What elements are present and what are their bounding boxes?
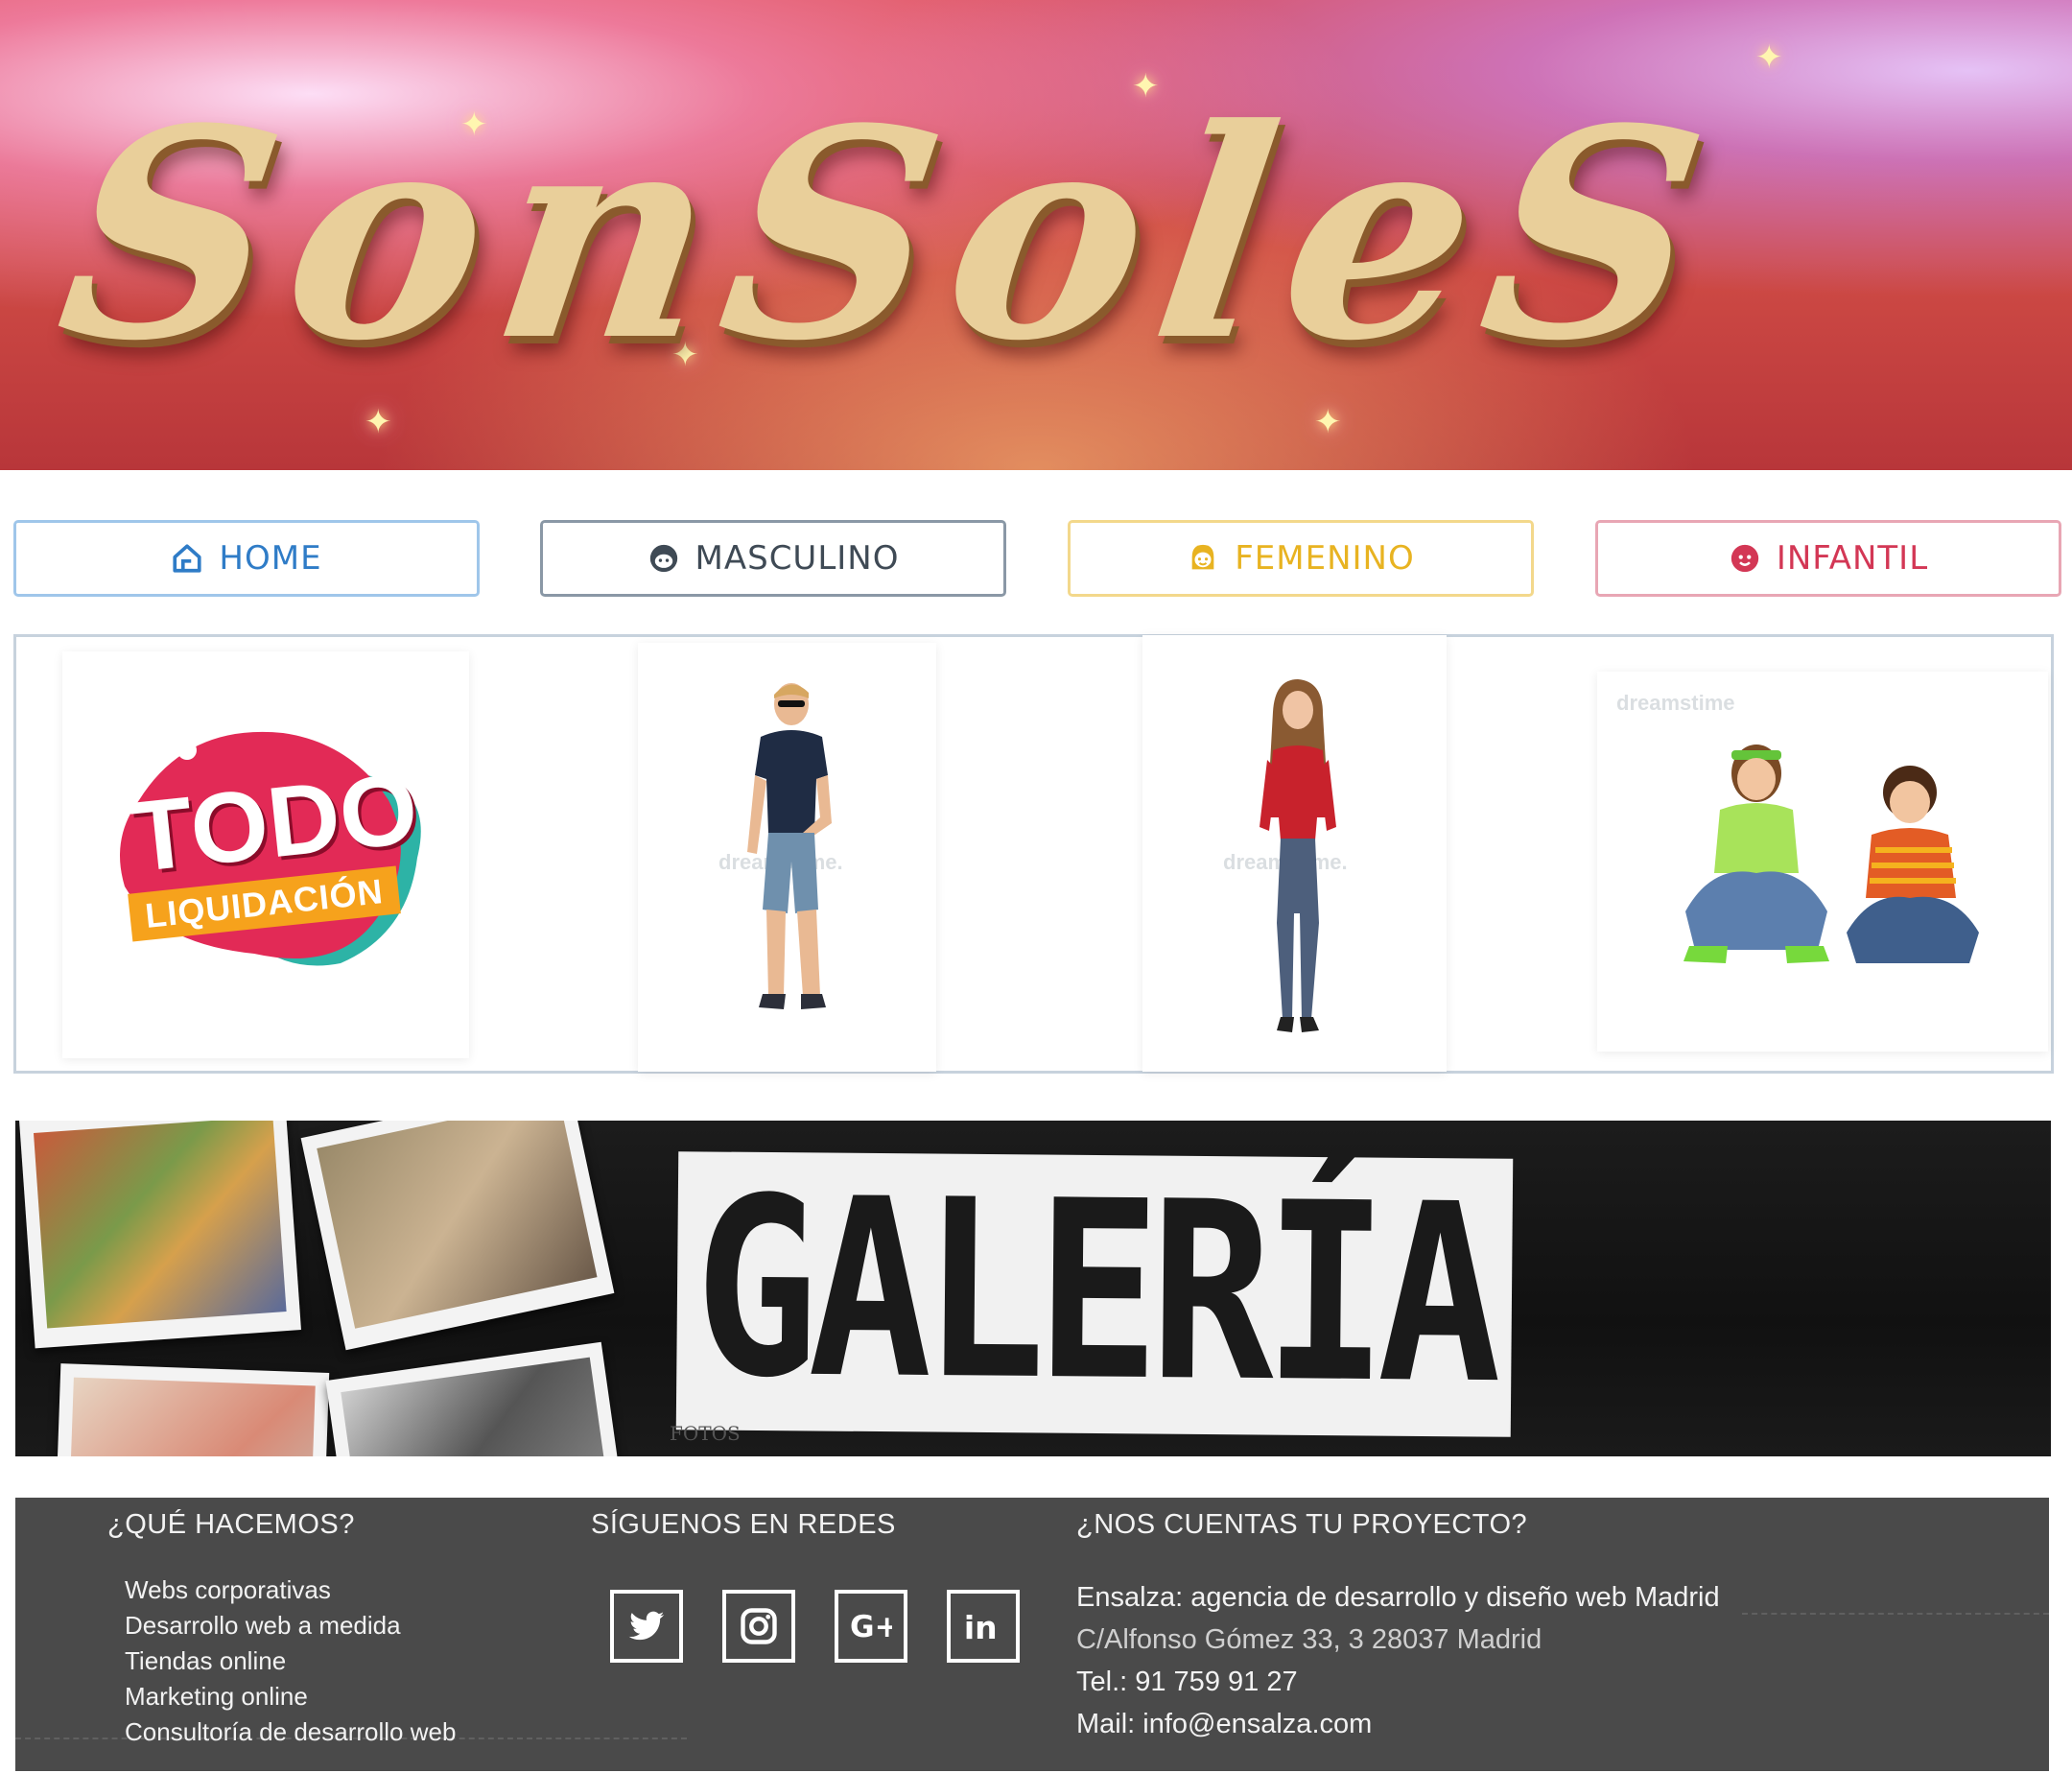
gallery-title: GALERÍA bbox=[693, 1145, 1494, 1438]
footer-link[interactable]: Desarrollo web a medida bbox=[125, 1608, 456, 1643]
nav-infantil-button[interactable]: INFANTIL bbox=[1595, 520, 2061, 597]
footer-link[interactable]: Webs corporativas bbox=[125, 1572, 456, 1608]
product-card-infantil[interactable]: dreamstime bbox=[1597, 672, 2048, 1052]
contact-mail[interactable]: Mail: info@ensalza.com bbox=[1076, 1703, 1720, 1745]
nav-home-label: HOME bbox=[219, 539, 322, 578]
header-banner: ✦ ✦ ✦ ✦ ✦ ✦ ✦ ✦ SonSoleS bbox=[0, 0, 2072, 470]
gallery-title-card: GALERÍA bbox=[675, 1146, 1514, 1438]
nav-home-button[interactable]: HOME bbox=[13, 520, 480, 597]
contact-address: C/Alfonso Gómez 33, 3 28037 Madrid bbox=[1076, 1624, 1542, 1655]
gallery-photo bbox=[54, 1363, 330, 1456]
nav-masculino-button[interactable]: MASCULINO bbox=[540, 520, 1006, 597]
boy-face-icon bbox=[649, 544, 677, 573]
girl-face-icon bbox=[1191, 544, 1214, 570]
product-card-masculino[interactable]: dreamstime. bbox=[638, 643, 936, 1072]
services-list: Webs corporativas Desarrollo web a medid… bbox=[125, 1572, 456, 1750]
gallery-photo bbox=[300, 1121, 615, 1351]
footer-heading-contact: ¿NOS CUENTAS TU PROYECTO? bbox=[1076, 1509, 1528, 1540]
svg-text:in: in bbox=[964, 1609, 998, 1646]
category-strip: TODO LIQUIDACIÓN dreamstime. dreamstime. bbox=[13, 634, 2054, 1074]
linkedin-icon: in bbox=[964, 1609, 998, 1646]
footer-heading-social: SÍGUENOS EN REDES bbox=[591, 1509, 896, 1540]
site-logo-text[interactable]: SonSoleS bbox=[38, 29, 2072, 441]
woman-model-image bbox=[1260, 679, 1336, 1032]
baby-face-icon bbox=[1731, 544, 1758, 573]
nav-infantil-label: INFANTIL bbox=[1776, 539, 1929, 578]
twitter-link[interactable] bbox=[610, 1590, 683, 1663]
home-icon bbox=[173, 544, 202, 573]
contact-company: Ensalza: agencia de desarrollo y diseño … bbox=[1076, 1582, 1720, 1613]
google-plus-link[interactable]: G+ bbox=[835, 1590, 907, 1663]
site-footer: ¿QUÉ HACEMOS? Webs corporativas Desarrol… bbox=[15, 1498, 2049, 1771]
google-plus-icon: G+ bbox=[850, 1610, 892, 1644]
contact-info: Ensalza: agencia de desarrollo y diseño … bbox=[1076, 1576, 1720, 1745]
product-card-femenino[interactable]: dreamstime. bbox=[1142, 635, 1447, 1072]
svg-text:G+: G+ bbox=[850, 1610, 892, 1644]
footer-link[interactable]: Consultoría de desarrollo web bbox=[125, 1714, 456, 1750]
image-watermark: dreamstime bbox=[1616, 691, 1735, 715]
nav-femenino-button[interactable]: FEMENINO bbox=[1068, 520, 1534, 597]
contact-phone[interactable]: Tel.: 91 759 91 27 bbox=[1076, 1661, 1720, 1703]
instagram-link[interactable] bbox=[722, 1590, 795, 1663]
linkedin-link[interactable]: in bbox=[947, 1590, 1020, 1663]
nav-femenino-label: FEMENINO bbox=[1235, 539, 1415, 578]
twitter-icon bbox=[628, 1611, 665, 1641]
footer-link[interactable]: Tiendas online bbox=[125, 1643, 456, 1679]
footer-link[interactable]: Marketing online bbox=[125, 1679, 456, 1714]
gallery-photo bbox=[19, 1121, 301, 1349]
kids-model-image bbox=[1684, 745, 1979, 963]
instagram-icon bbox=[741, 1608, 777, 1644]
promo-card[interactable]: TODO LIQUIDACIÓN bbox=[62, 651, 469, 1058]
gallery-photo bbox=[325, 1341, 628, 1456]
gallery-banner[interactable]: GALERÍA FOTOS bbox=[15, 1121, 2051, 1456]
nav-masculino-label: MASCULINO bbox=[695, 539, 900, 578]
gallery-credit: FOTOS bbox=[670, 1422, 741, 1445]
man-model-image bbox=[747, 683, 832, 1009]
decorative-line bbox=[1742, 1613, 2049, 1615]
footer-heading-services: ¿QUÉ HACEMOS? bbox=[107, 1509, 355, 1540]
